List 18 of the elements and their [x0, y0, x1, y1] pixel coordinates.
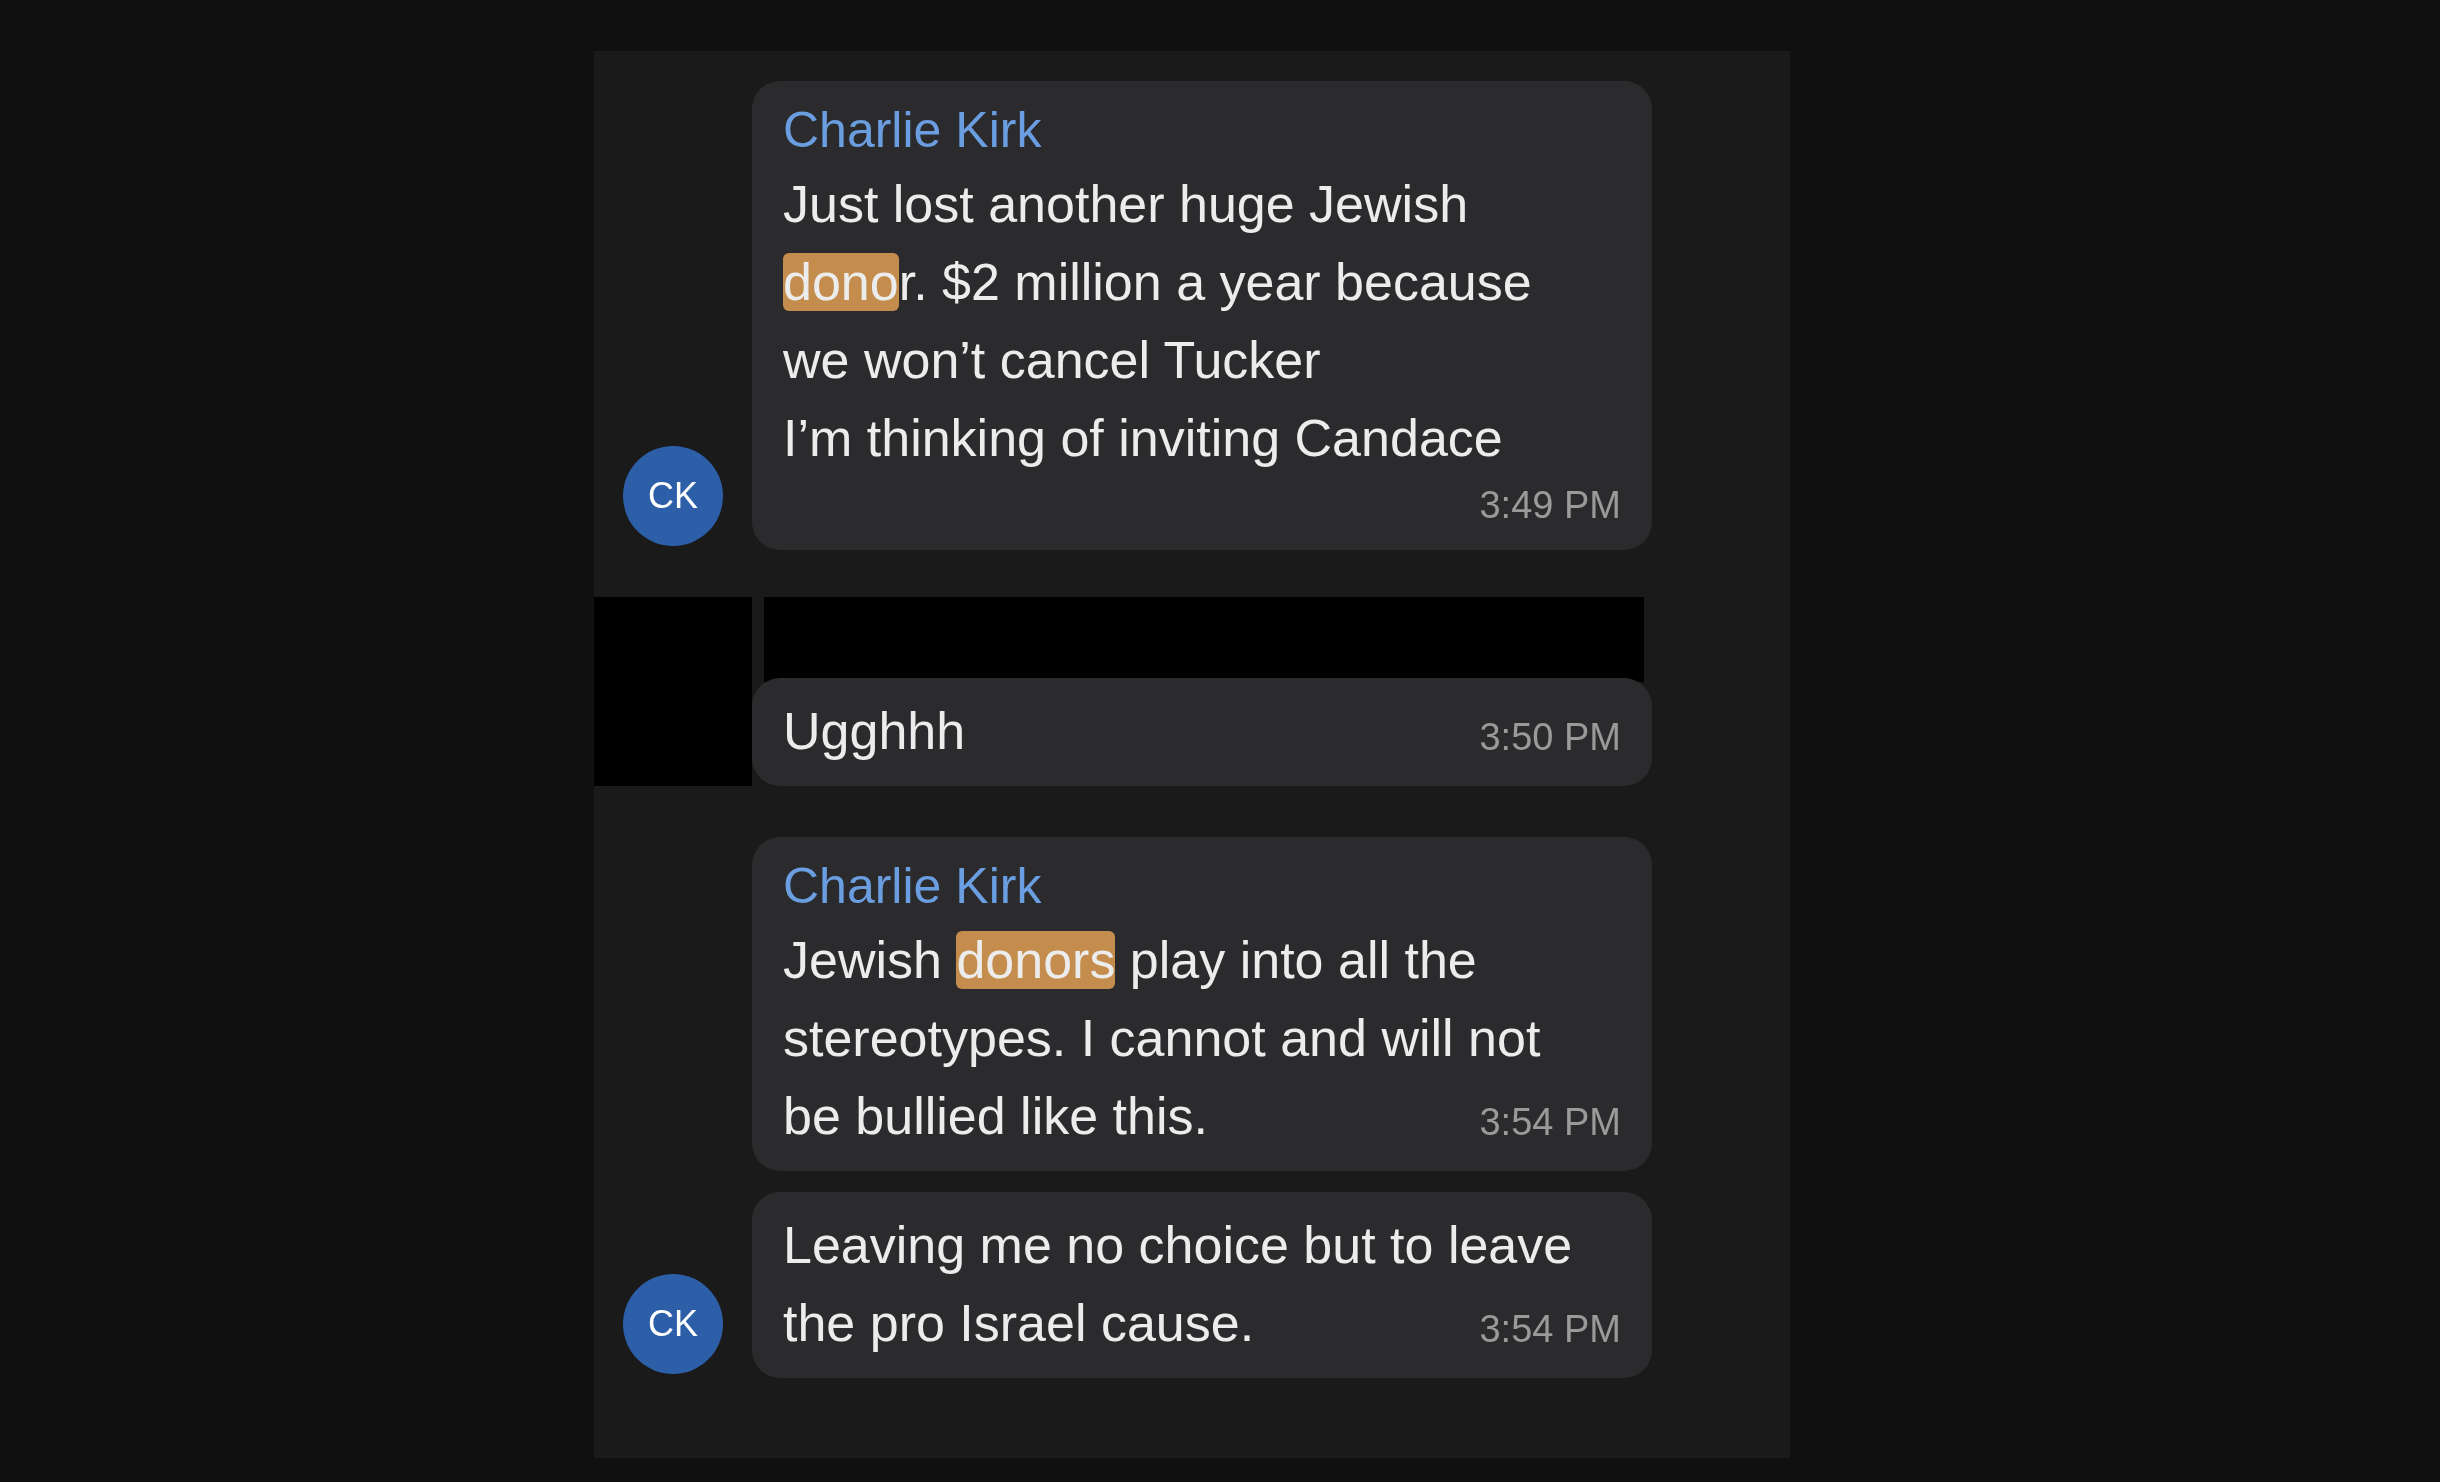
message-time: 3:54 PM	[1479, 1100, 1621, 1145]
message-text: the pro Israel cause.	[783, 1293, 1255, 1354]
message-text: Just lost another huge Jewish	[783, 174, 1470, 235]
message-time: 3:50 PM	[1479, 715, 1621, 760]
message-text: Jewish donors play into all the	[783, 930, 1478, 991]
avatar[interactable]: CK	[623, 446, 723, 546]
message-text: donor. $2 million a year because	[783, 252, 1533, 313]
message-text: Leaving me no choice but to leave	[783, 1215, 1574, 1276]
message-time: 3:49 PM	[1479, 483, 1621, 528]
message-text: I’m thinking of inviting Candace	[783, 408, 1504, 469]
sender-name: Charlie Kirk	[783, 857, 1043, 916]
message-text: stereotypes. I cannot and will not	[783, 1008, 1542, 1069]
sender-name: Charlie Kirk	[783, 101, 1043, 160]
message-time: 3:54 PM	[1479, 1307, 1621, 1352]
message-text: Ugghhh	[783, 701, 966, 762]
message-text: be bullied like this.	[783, 1086, 1208, 1147]
message-text: we won’t cancel Tucker	[783, 330, 1322, 391]
avatar[interactable]: CK	[623, 1274, 723, 1374]
